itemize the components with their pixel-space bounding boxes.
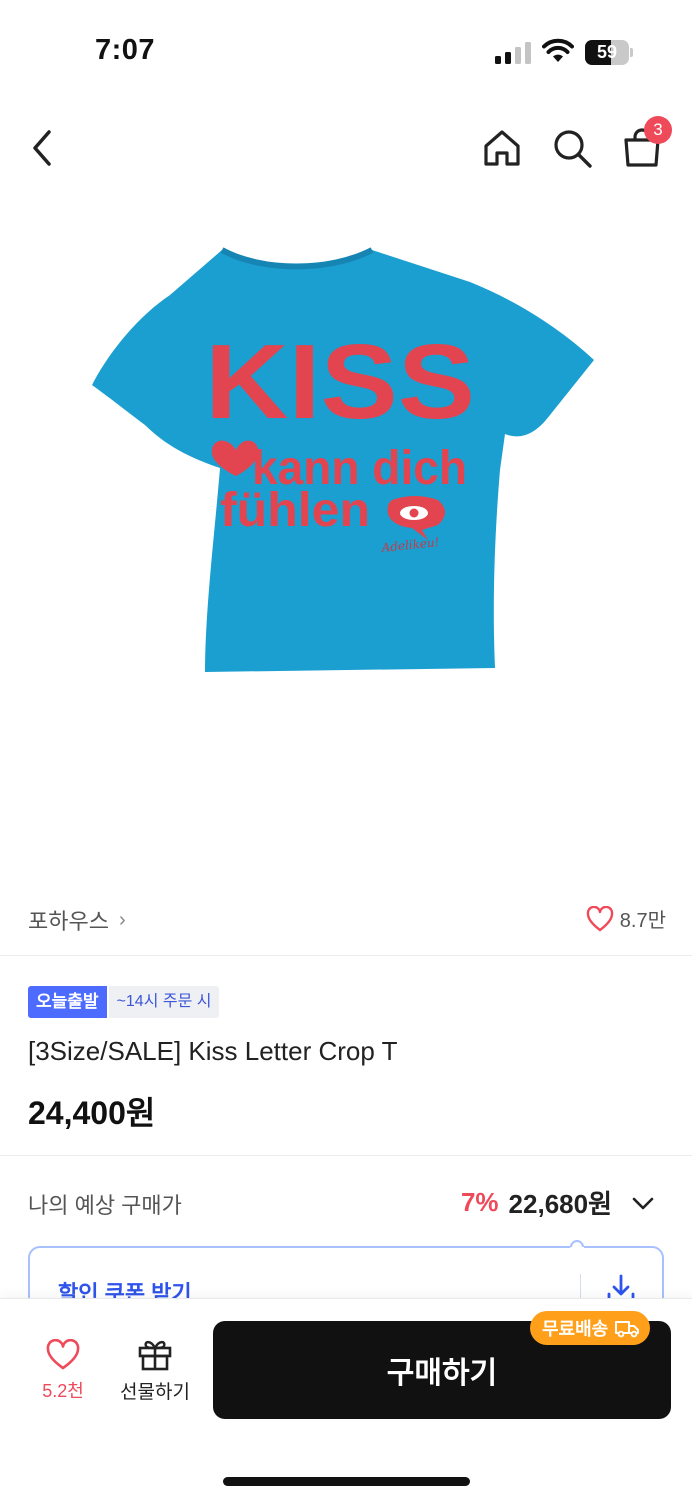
- free-shipping-badge: 무료배송: [530, 1311, 651, 1345]
- search-button[interactable]: [544, 120, 600, 176]
- gift-label: 선물하기: [120, 1382, 190, 1403]
- product-image[interactable]: KISS kann dich fühlen Adelikeu!: [0, 200, 692, 880]
- brand-like-button[interactable]: 8.7만: [586, 904, 666, 933]
- gift-icon: [138, 1340, 172, 1371]
- bottom-action-bar: 5.2천 선물하기 구매하기 무료배송: [0, 1298, 692, 1500]
- order-cutoff-badge: ~14시 주문 시: [108, 986, 220, 1018]
- like-count: 5.2천: [42, 1381, 84, 1401]
- home-button[interactable]: [474, 120, 530, 176]
- battery-level: 59: [596, 42, 618, 62]
- cart-button[interactable]: 3: [614, 116, 672, 176]
- heart-outline-icon: [46, 1339, 80, 1370]
- home-indicator: [223, 1477, 470, 1486]
- cart-count-badge: 3: [644, 116, 672, 144]
- back-button[interactable]: [14, 120, 70, 176]
- chevron-down-icon: [632, 1197, 654, 1209]
- free-shipping-label: 무료배송: [542, 1319, 609, 1339]
- expected-price-row[interactable]: 나의 예상 구매가 7% 22,680원: [0, 1170, 692, 1230]
- brand-row: 포하우스 › 8.7만: [0, 890, 692, 950]
- brand-like-count: 8.7만: [619, 910, 666, 932]
- home-icon: [484, 130, 520, 166]
- expected-price-label: 나의 예상 구매가: [28, 1193, 182, 1218]
- divider: [0, 1155, 692, 1156]
- wifi-icon: [542, 38, 574, 62]
- shirt-text-kiss: KISS: [205, 323, 475, 441]
- brand-name: 포하우스: [28, 909, 109, 934]
- heart-outline-icon: [586, 905, 614, 931]
- like-button[interactable]: 5.2천: [30, 1339, 96, 1403]
- chevron-right-icon: ›: [118, 908, 126, 931]
- search-icon: [554, 130, 592, 168]
- gift-button[interactable]: 선물하기: [112, 1337, 198, 1404]
- product-title: [3Size/SALE] Kiss Letter Crop T: [28, 1036, 398, 1066]
- shirt-text-line3: fühlen: [220, 484, 370, 537]
- cellular-signal-icon: [495, 42, 531, 64]
- discount-rate: 7%: [460, 1187, 499, 1217]
- expected-price: 22,680원: [508, 1189, 612, 1219]
- shipping-badges: 오늘출발 ~14시 주문 시: [28, 986, 220, 1018]
- chevron-left-icon: [33, 130, 51, 166]
- truck-icon: [615, 1321, 640, 1338]
- divider: [0, 955, 692, 956]
- status-time: 7:07: [95, 34, 156, 66]
- product-price: 24,400원: [28, 1095, 156, 1131]
- brand-link[interactable]: 포하우스 ›: [28, 904, 126, 936]
- status-bar: 7:07 59: [0, 0, 692, 100]
- battery-icon: 59: [585, 40, 633, 65]
- today-shipping-badge: 오늘출발: [28, 986, 107, 1018]
